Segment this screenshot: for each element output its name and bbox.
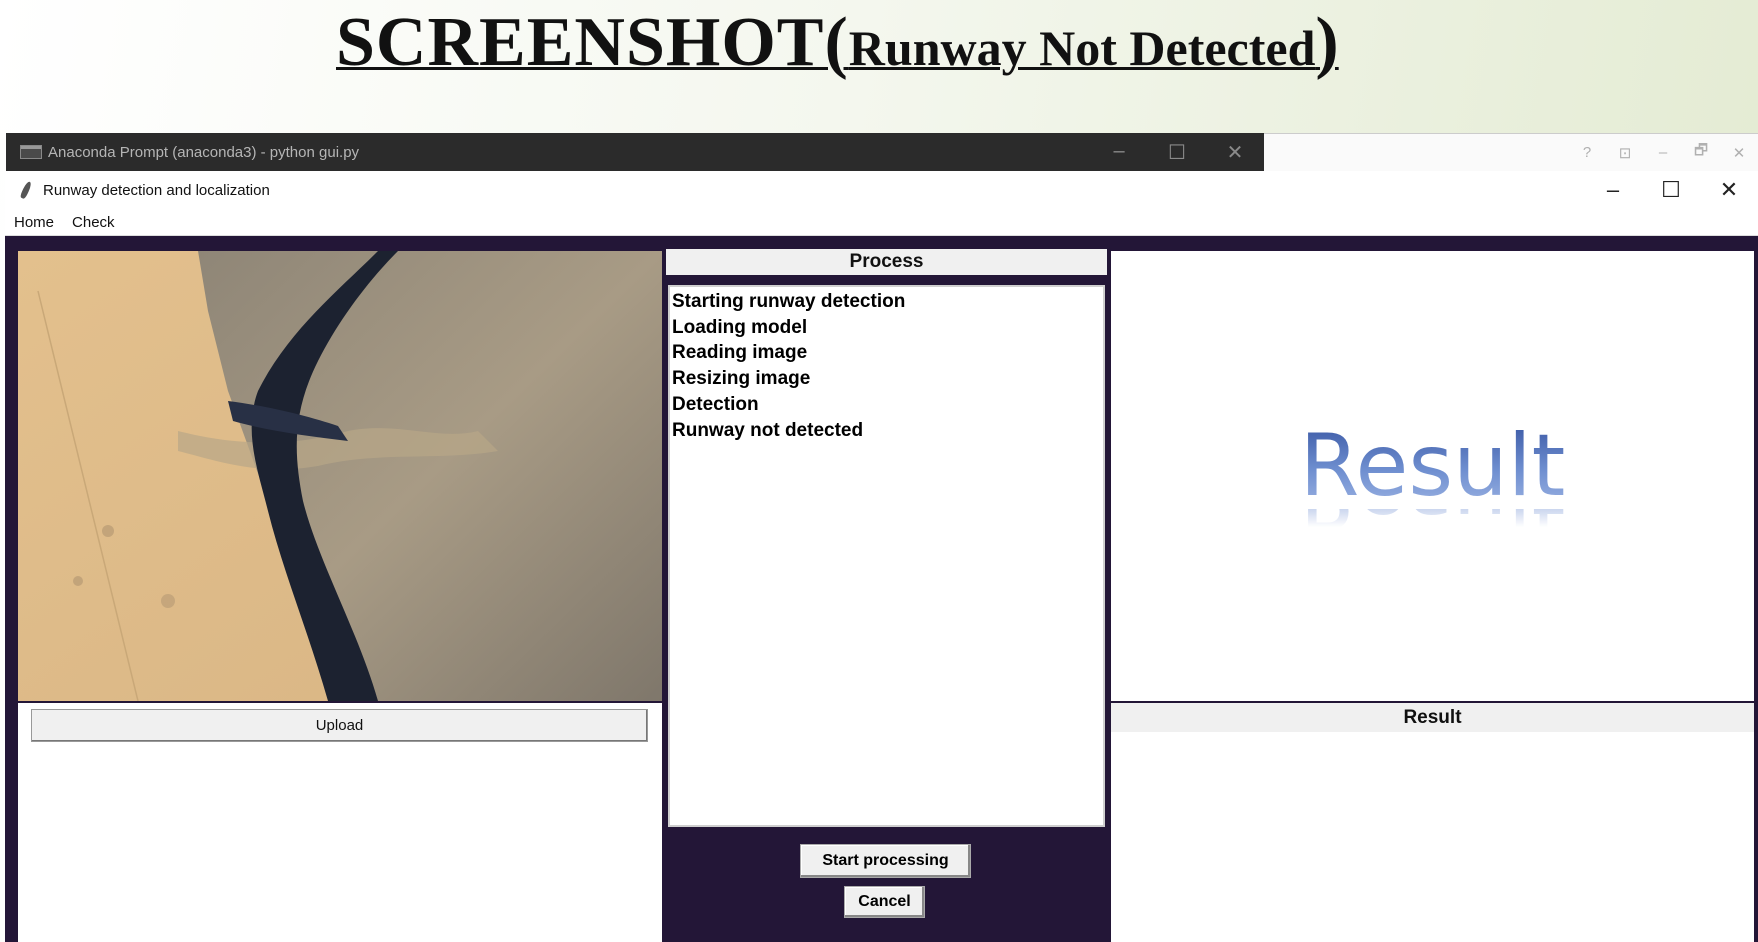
log-line: Reading image xyxy=(672,342,808,364)
slide-title: SCREENSHOT(Runway Not Detected) xyxy=(336,8,1339,78)
bg-close-button[interactable]: ✕ xyxy=(1720,144,1758,162)
app-titlebar[interactable]: Runway detection and localization – ☐ ✕ xyxy=(5,171,1758,209)
menu-bar: Home Check xyxy=(5,209,1758,236)
cancel-button[interactable]: Cancel xyxy=(844,886,925,918)
bg-minimize-button[interactable]: – xyxy=(1644,144,1682,161)
bg-restore-button[interactable]: 🗗 xyxy=(1682,140,1720,165)
menu-check[interactable]: Check xyxy=(63,214,124,231)
background-window-controls: ? ⊡ – 🗗 ✕ xyxy=(1264,133,1758,171)
process-header: Process xyxy=(666,249,1107,275)
slide-title-close: ) xyxy=(1315,4,1339,81)
result-image: Result Result xyxy=(1111,251,1754,701)
console-maximize-button[interactable]: ☐ xyxy=(1148,140,1206,165)
app-title: Runway detection and localization xyxy=(43,181,270,199)
result-output-area xyxy=(1111,732,1754,942)
log-line: Loading model xyxy=(672,316,808,338)
console-icon xyxy=(20,145,42,159)
feather-icon xyxy=(19,181,33,199)
app-window-controls: – ☐ ✕ xyxy=(1584,177,1758,203)
app-minimize-button[interactable]: – xyxy=(1584,177,1642,203)
upload-area: Upload xyxy=(18,703,662,942)
satellite-image-graphic xyxy=(18,251,662,701)
log-line: Resizing image xyxy=(672,368,811,390)
result-header: Result xyxy=(1111,701,1754,732)
app-maximize-button[interactable]: ☐ xyxy=(1642,177,1700,203)
upload-button[interactable]: Upload xyxy=(31,709,648,742)
help-icon[interactable]: ? xyxy=(1568,144,1606,161)
menu-home[interactable]: Home xyxy=(5,214,63,231)
log-line: Starting runway detection xyxy=(672,291,906,312)
log-line: Detection xyxy=(672,393,759,415)
app-close-button[interactable]: ✕ xyxy=(1700,177,1758,203)
result-graphic: Result Result xyxy=(1300,423,1566,539)
log-line: Runway not detected xyxy=(672,419,864,441)
console-close-button[interactable]: ✕ xyxy=(1206,140,1264,165)
console-minimize-button[interactable]: – xyxy=(1090,140,1148,165)
app-window: Runway detection and localization – ☐ ✕ … xyxy=(5,171,1758,942)
slide-title-main: SCREENSHOT( xyxy=(336,4,849,81)
console-title: Anaconda Prompt (anaconda3) - python gui… xyxy=(48,143,360,161)
slide-title-sub: Runway Not Detected xyxy=(848,20,1316,76)
start-processing-button[interactable]: Start processing xyxy=(800,844,971,878)
console-titlebar[interactable]: Anaconda Prompt (anaconda3) - python gui… xyxy=(6,133,1264,171)
process-log[interactable]: Starting runway detection Loading model … xyxy=(668,285,1105,827)
input-satellite-image xyxy=(18,251,662,701)
console-window-controls: – ☐ ✕ xyxy=(1090,140,1264,165)
result-image-text: Result xyxy=(1299,416,1566,516)
pin-icon[interactable]: ⊡ xyxy=(1606,144,1644,162)
result-image-reflection: Result xyxy=(1300,509,1566,539)
